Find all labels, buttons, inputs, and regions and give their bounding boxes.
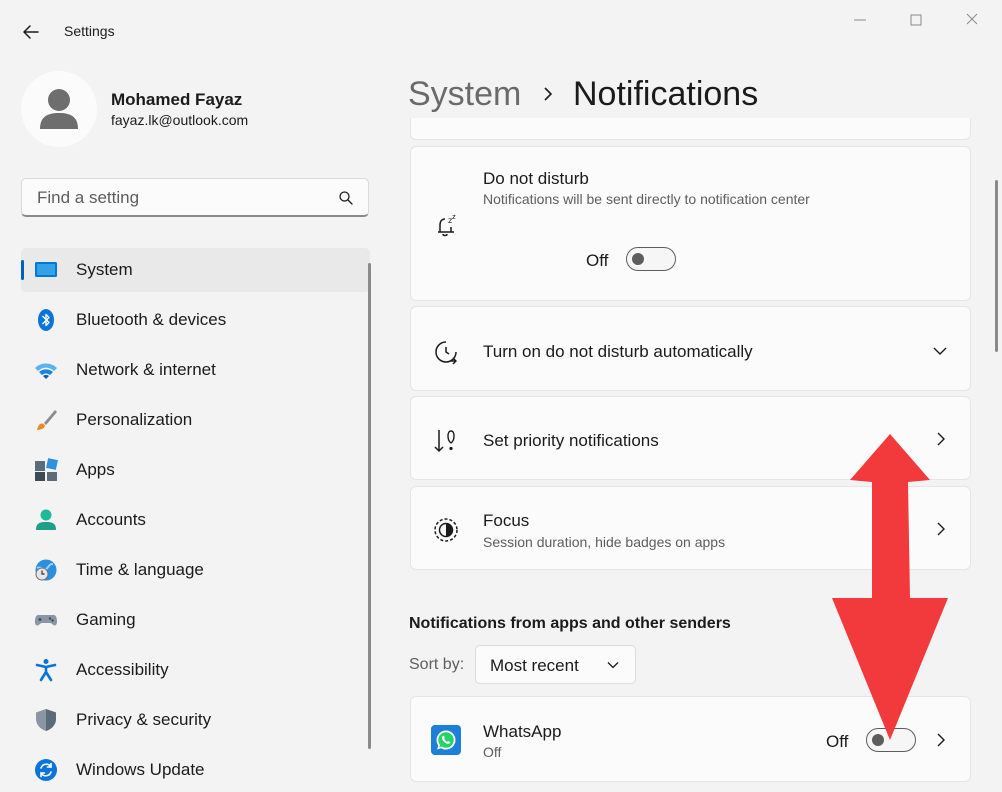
sidebar-item-label: Time & language [76, 560, 204, 579]
time-language-icon [35, 559, 57, 581]
sidebar-item-label: Windows Update [76, 760, 205, 779]
sidebar-item-time-language[interactable]: Time & language [21, 548, 370, 592]
chevron-down-icon[interactable] [933, 344, 947, 358]
user-avatar-icon [40, 89, 78, 129]
gamepad-icon [34, 615, 58, 626]
sidebar-item-privacy-security[interactable]: Privacy & security [21, 698, 370, 742]
wifi-icon [35, 363, 57, 379]
minimize-icon [854, 19, 866, 21]
sort-dropdown[interactable]: Most recent [475, 645, 636, 684]
chevron-down-icon [607, 662, 619, 669]
do-not-disturb-card: z z Do not disturb Notifications will be… [410, 146, 971, 301]
main-scrollbar[interactable] [995, 180, 998, 352]
previous-card-partial [410, 118, 971, 140]
avatar[interactable] [21, 71, 97, 147]
focus-timer-icon [434, 518, 458, 542]
close-button[interactable] [958, 10, 986, 30]
app-title: Settings [64, 23, 115, 39]
search-icon[interactable] [338, 190, 354, 206]
priority-title: Set priority notifications [483, 431, 659, 450]
sidebar-item-label: System [76, 260, 133, 279]
sidebar-item-windows-update[interactable]: Windows Update [21, 748, 370, 792]
dnd-subtitle: Notifications will be sent directly to n… [483, 191, 810, 207]
section-heading: Notifications from apps and other sender… [409, 615, 731, 632]
app-name: WhatsApp [483, 722, 562, 741]
sidebar-item-bluetooth[interactable]: Bluetooth & devices [21, 298, 370, 342]
sort-value: Most recent [490, 656, 579, 675]
sidebar-item-label: Gaming [76, 610, 136, 629]
accessibility-icon [35, 659, 57, 682]
sidebar-item-network[interactable]: Network & internet [21, 348, 370, 392]
maximize-icon [910, 14, 922, 26]
title-bar: Settings [0, 0, 1002, 62]
sidebar-item-personalization[interactable]: Personalization [21, 398, 370, 442]
sidebar-item-gaming[interactable]: Gaming [21, 598, 370, 642]
minimize-button[interactable] [846, 10, 874, 30]
sidebar-item-label: Apps [76, 460, 115, 479]
sidebar-item-label: Privacy & security [76, 710, 212, 729]
dnd-toggle[interactable] [626, 247, 676, 271]
breadcrumb-parent[interactable]: System [408, 75, 521, 114]
app-status: Off [483, 744, 502, 760]
back-button[interactable] [18, 20, 44, 44]
system-display-icon [35, 262, 57, 277]
auto-dnd-title: Turn on do not disturb automatically [483, 342, 753, 361]
user-name: Mohamed Fayaz [111, 90, 243, 109]
back-arrow-icon [23, 25, 39, 39]
search-box [21, 178, 369, 217]
maximize-button[interactable] [902, 10, 930, 30]
sort-label: Sort by: [409, 656, 465, 673]
apps-icon [35, 458, 58, 481]
page-title: Notifications [573, 75, 759, 113]
toggle-knob [632, 253, 644, 265]
sidebar-item-accounts[interactable]: Accounts [21, 498, 370, 542]
sidebar-item-label: Network & internet [76, 360, 216, 379]
bell-snooze-icon: z z [438, 213, 456, 237]
focus-title: Focus [483, 511, 530, 530]
bluetooth-icon [38, 309, 54, 331]
annotation-double-arrow-icon [832, 434, 948, 740]
dnd-title: Do not disturb [483, 169, 589, 188]
sidebar-item-label: Personalization [76, 410, 193, 429]
active-indicator [21, 260, 24, 280]
sidebar-item-label: Accounts [76, 510, 146, 529]
whatsapp-icon [431, 725, 461, 755]
svg-text:z: z [452, 213, 456, 221]
user-email: fayaz.lk@outlook.com [111, 112, 249, 128]
update-icon [35, 759, 57, 781]
search-input[interactable] [35, 187, 329, 209]
clock-schedule-icon [435, 341, 457, 365]
paintbrush-icon [37, 410, 57, 430]
sidebar-item-accessibility[interactable]: Accessibility [21, 648, 370, 692]
sidebar-item-label: Bluetooth & devices [76, 310, 227, 329]
shield-icon [36, 709, 56, 731]
priority-sort-icon [434, 430, 455, 453]
chevron-right-icon [544, 87, 553, 101]
sidebar-scrollbar[interactable] [368, 263, 371, 749]
accounts-icon [36, 509, 56, 530]
sidebar-item-apps[interactable]: Apps [21, 448, 370, 492]
sidebar-item-label: Accessibility [76, 660, 169, 679]
dnd-toggle-label: Off [586, 251, 609, 270]
sidebar-item-system[interactable]: System [21, 248, 370, 292]
close-icon [966, 13, 978, 25]
auto-dnd-card[interactable]: Turn on do not disturb automatically [410, 306, 971, 391]
focus-subtitle: Session duration, hide badges on apps [483, 534, 726, 550]
